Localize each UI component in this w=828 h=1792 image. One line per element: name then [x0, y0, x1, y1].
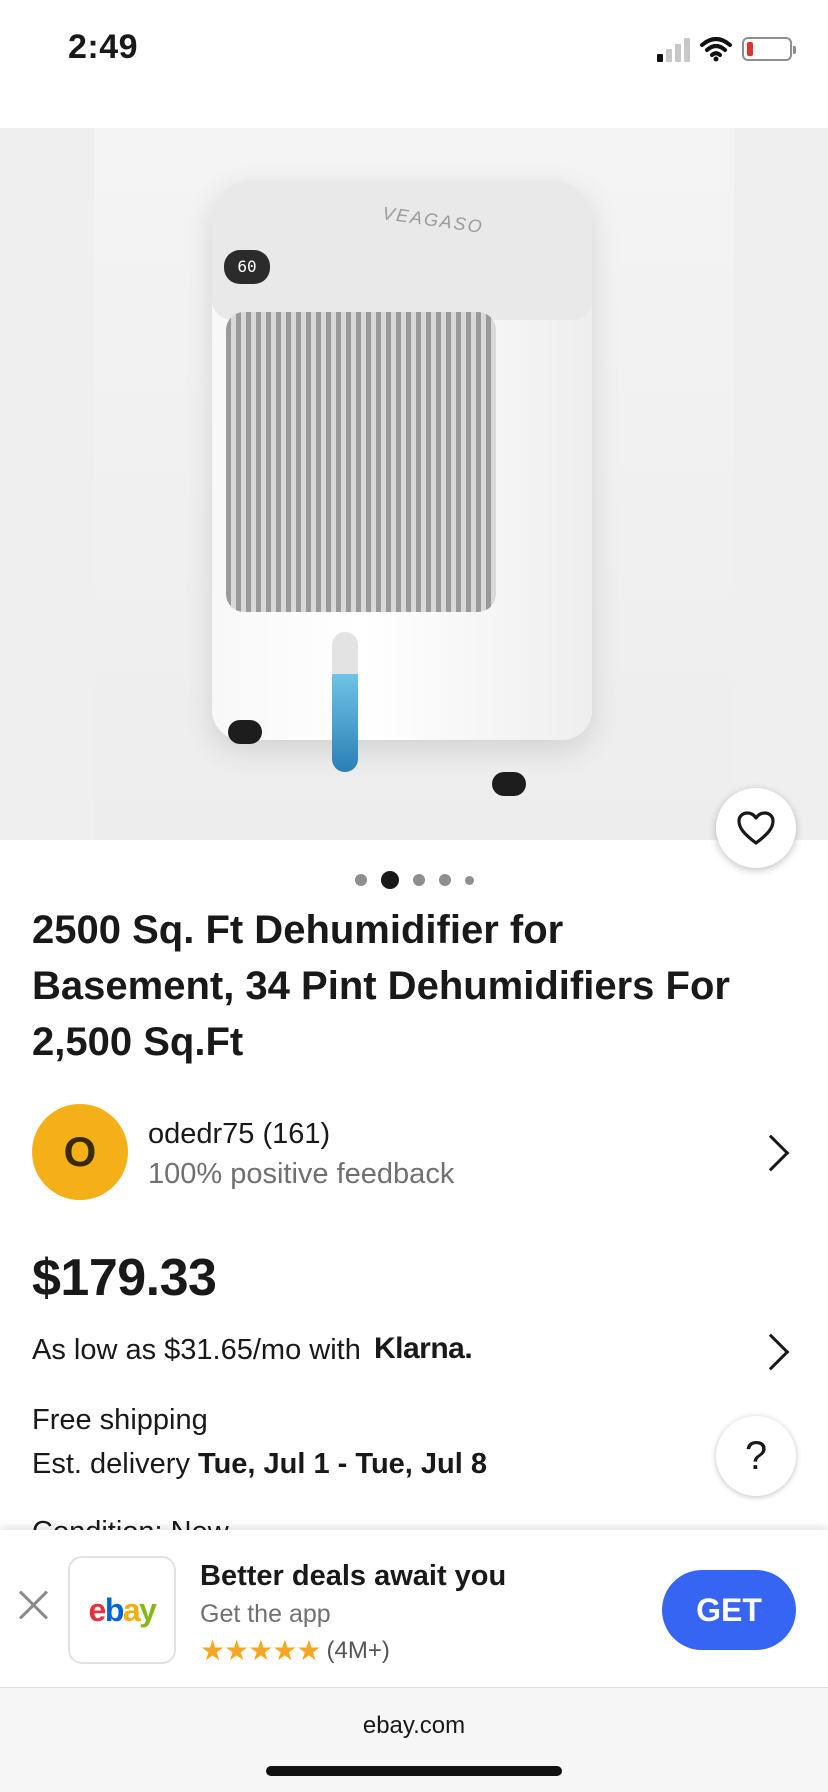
- carousel-dot[interactable]: [438, 874, 451, 886]
- app-banner-subtitle: Get the app: [200, 1600, 331, 1628]
- rating-count: (4M+): [326, 1636, 390, 1664]
- product-wheel: [228, 720, 262, 744]
- carousel-dot[interactable]: [354, 874, 367, 886]
- product-price: $179.33: [32, 1249, 217, 1307]
- product-title: 2500 Sq. Ft Dehumidifier for Basement, 3…: [32, 908, 730, 1064]
- status-bar: 2:49: [0, 0, 828, 100]
- estimated-delivery: Est. delivery Tue, Jul 1 - Tue, Jul 8: [32, 1448, 487, 1481]
- heart-icon: [737, 811, 775, 845]
- get-app-button[interactable]: GET: [662, 1570, 796, 1650]
- browser-url-bar[interactable]: ebay.com: [0, 1688, 828, 1792]
- product-water-tank: [332, 632, 358, 772]
- status-time: 2:49: [68, 28, 139, 66]
- battery-low-icon: [742, 37, 796, 61]
- status-icons: [657, 34, 796, 64]
- financing-row[interactable]: As low as $31.65/mo with Klarna.: [32, 1332, 796, 1372]
- chevron-right-icon: [752, 1333, 790, 1371]
- app-banner-title: Better deals await you: [200, 1560, 507, 1592]
- seller-avatar: O: [32, 1104, 128, 1200]
- delivery-range: Tue, Jul 1 - Tue, Jul 8: [198, 1448, 487, 1480]
- ebay-logo-y: y: [139, 1591, 157, 1628]
- carousel-pagination: [0, 870, 828, 890]
- ebay-logo-a: a: [122, 1591, 141, 1628]
- carousel-dot[interactable]: [464, 875, 474, 885]
- star-rating-icon: ★★★★★: [200, 1635, 322, 1666]
- home-indicator: [266, 1766, 562, 1776]
- seller-name: odedr75 (161): [148, 1118, 331, 1150]
- seller-feedback: 100% positive feedback: [148, 1158, 455, 1190]
- condition-row: Condition: New: [32, 1516, 229, 1530]
- wifi-icon: [700, 37, 732, 62]
- ebay-logo-e: e: [88, 1591, 107, 1628]
- delivery-prefix: Est. delivery: [32, 1448, 190, 1480]
- cellular-signal-icon: [657, 36, 690, 62]
- chevron-right-icon: [752, 1134, 790, 1172]
- product-image-carousel[interactable]: VEAGASO 60: [0, 128, 828, 840]
- ebay-logo-b: b: [104, 1591, 125, 1628]
- app-rating: ★★★★★ (4M+): [200, 1634, 390, 1667]
- seller-info-row[interactable]: O odedr75 (161) 100% positive feedback: [32, 1104, 796, 1200]
- product-wheel: [492, 772, 526, 796]
- carousel-dot-active[interactable]: [380, 871, 399, 889]
- close-icon[interactable]: [18, 1588, 50, 1620]
- dehumidifier-illustration: VEAGASO 60: [212, 180, 592, 796]
- add-to-watchlist-button[interactable]: [716, 788, 796, 868]
- url-text: ebay.com: [362, 1712, 466, 1739]
- product-brand-logo: VEAGASO: [381, 203, 485, 238]
- product-grille: [226, 312, 496, 612]
- ebay-app-icon: ebay: [68, 1556, 176, 1664]
- product-display: 60: [224, 250, 270, 284]
- financing-text: As low as $31.65/mo with: [32, 1334, 361, 1366]
- app-download-banner: ebay Better deals await you Get the app …: [0, 1530, 828, 1688]
- product-image: VEAGASO 60: [94, 128, 734, 840]
- shipping-label: Free shipping: [32, 1404, 208, 1436]
- carousel-dot[interactable]: [412, 874, 425, 886]
- klarna-logo: Klarna.: [374, 1332, 473, 1365]
- help-button[interactable]: ?: [716, 1416, 796, 1496]
